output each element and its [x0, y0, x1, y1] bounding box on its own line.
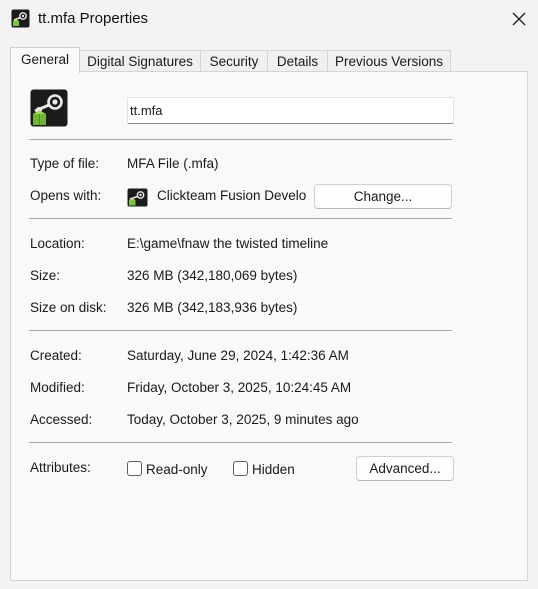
separator	[29, 139, 452, 140]
tab-previous-versions-label: Previous Versions	[334, 54, 444, 69]
attributes-label: Attributes:	[30, 460, 91, 475]
accessed-label: Accessed:	[30, 412, 93, 427]
read-only-checkbox[interactable]	[127, 461, 142, 476]
opens-with-label: Opens with:	[30, 188, 102, 203]
modified-label: Modified:	[30, 380, 85, 395]
created-label: Created:	[30, 348, 82, 363]
type-value: MFA File (.mfa)	[127, 156, 219, 171]
tab-security-label: Security	[209, 54, 259, 69]
advanced-button-label: Advanced...	[369, 461, 441, 476]
separator	[29, 218, 452, 219]
tab-security[interactable]: Security	[200, 50, 268, 71]
separator	[29, 442, 452, 443]
tab-general-label: General	[20, 52, 70, 67]
close-button[interactable]	[502, 4, 536, 34]
file-type-icon	[30, 89, 68, 127]
modified-value: Friday, October 3, 2025, 10:24:45 AM	[127, 380, 352, 395]
tab-previous-versions[interactable]: Previous Versions	[327, 50, 451, 71]
hidden-label[interactable]: Hidden	[252, 462, 295, 477]
size-on-disk-value: 326 MB (342,183,936 bytes)	[127, 300, 298, 315]
size-value: 326 MB (342,180,069 bytes)	[127, 268, 298, 283]
created-value: Saturday, June 29, 2024, 1:42:36 AM	[127, 348, 349, 363]
change-button-label: Change...	[353, 189, 413, 204]
location-value: E:\game\fnaw the twisted timeline	[127, 236, 329, 251]
read-only-label[interactable]: Read-only	[146, 462, 208, 477]
tab-details-label: Details	[276, 54, 319, 69]
steam-file-icon	[11, 9, 30, 28]
separator	[29, 330, 452, 331]
tab-general[interactable]: General	[10, 47, 80, 73]
tab-digital-signatures[interactable]: Digital Signatures	[79, 50, 201, 71]
type-label: Type of file:	[30, 156, 100, 171]
title-bar: tt.mfa Properties	[0, 0, 538, 40]
location-label: Location:	[30, 236, 85, 251]
window-title: tt.mfa Properties	[38, 10, 149, 27]
file-name-input[interactable]	[127, 97, 454, 124]
change-button[interactable]: Change...	[314, 184, 452, 209]
hidden-checkbox[interactable]	[233, 461, 248, 476]
opens-with-value: Clickteam Fusion Develo	[157, 188, 307, 203]
tab-details[interactable]: Details	[267, 50, 328, 71]
tab-digital-signatures-label: Digital Signatures	[87, 54, 193, 69]
close-icon	[512, 12, 526, 26]
size-on-disk-label: Size on disk:	[30, 300, 107, 315]
advanced-button[interactable]: Advanced...	[356, 456, 454, 481]
accessed-value: Today, October 3, 2025, 9 minutes ago	[127, 412, 359, 427]
clickteam-app-icon	[127, 188, 148, 207]
general-panel	[10, 71, 528, 581]
size-label: Size:	[30, 268, 61, 283]
